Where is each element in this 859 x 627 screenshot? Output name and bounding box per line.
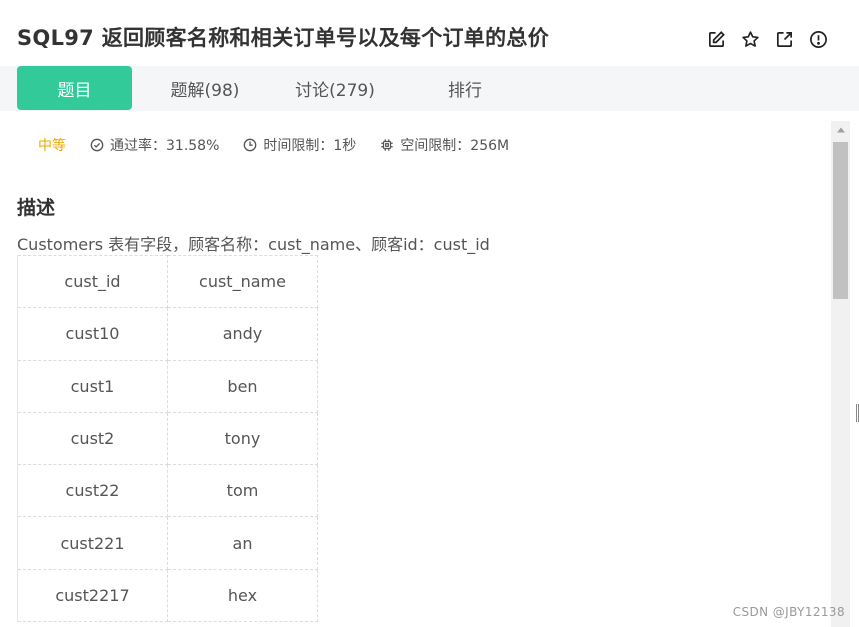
cell-cust-id: cust221: [17, 516, 168, 570]
cell-cust-name: tom: [167, 464, 318, 518]
header-actions: [705, 28, 829, 50]
problem-content: 中等 通过率：31.58% 时间限制：1秒 空间限制：256M 描述 Custo…: [0, 111, 831, 627]
tab-bar: 题目 题解(98) 讨论(279) 排行: [0, 66, 859, 111]
cell-cust-id: cust1: [17, 359, 168, 413]
cell-cust-name: hex: [167, 568, 318, 623]
description-heading: 描述: [17, 197, 56, 219]
cell-cust-name: andy: [167, 307, 318, 361]
check-circle-icon: [90, 138, 104, 152]
scroll-up-arrow-icon[interactable]: [831, 121, 850, 139]
pass-rate: 通过率：31.58%: [90, 135, 219, 155]
time-limit: 时间限制：1秒: [243, 135, 356, 155]
time-limit-text: 时间限制：1秒: [263, 138, 357, 154]
tab-solutions[interactable]: 题解(98): [150, 66, 260, 110]
cell-cust-id: cust22: [17, 464, 168, 518]
table-row: cust22 tom: [17, 464, 318, 518]
customers-table: cust_id cust_name cust10 andy cust1 ben …: [17, 254, 318, 623]
column-header: cust_id: [17, 254, 168, 309]
chip-icon: [381, 139, 393, 151]
clock-icon: [244, 138, 257, 152]
pass-rate-text: 通过率：31.58%: [110, 138, 220, 154]
scrollbar-thumb[interactable]: [833, 142, 848, 299]
cell-cust-id: cust2217: [17, 568, 168, 623]
table-row: cust2 tony: [17, 411, 318, 466]
space-limit-text: 空间限制：256M: [400, 138, 510, 154]
page-title: SQL97 返回顾客名称和相关订单号以及每个订单的总价: [17, 26, 549, 50]
cell-cust-name: an: [167, 516, 318, 570]
table-row: cust10 andy: [17, 307, 318, 361]
table-row: cust221 an: [17, 516, 318, 570]
star-icon[interactable]: [739, 28, 761, 50]
description-intro: Customers 表有字段，顾客名称：cust_name、顾客id：cust_…: [17, 235, 490, 254]
tab-discussion[interactable]: 讨论(279): [280, 66, 390, 110]
space-limit: 空间限制：256M: [380, 135, 509, 155]
tab-problem[interactable]: 题目: [17, 66, 132, 110]
external-link-icon[interactable]: [773, 28, 795, 50]
problem-meta: 中等 通过率：31.58% 时间限制：1秒 空间限制：256M: [38, 135, 533, 155]
table-header-row: cust_id cust_name: [17, 254, 318, 309]
table-row: cust1 ben: [17, 359, 318, 413]
cell-cust-name: tony: [167, 411, 318, 466]
vertical-scrollbar[interactable]: [831, 121, 850, 627]
problem-page: SQL97 返回顾客名称和相关订单号以及每个订单的总价 题目 题解(98) 讨论…: [0, 0, 859, 627]
cell-cust-id: cust10: [17, 307, 168, 361]
watermark: CSDN @JBY12138: [732, 605, 845, 619]
table-row: cust2217 hex: [17, 568, 318, 623]
column-header: cust_name: [167, 254, 318, 309]
cell-cust-id: cust2: [17, 411, 168, 466]
problem-header: SQL97 返回顾客名称和相关订单号以及每个订单的总价: [0, 0, 859, 66]
tab-ranking[interactable]: 排行: [410, 66, 520, 110]
difficulty-badge: 中等: [38, 138, 66, 154]
edit-icon[interactable]: [705, 28, 727, 50]
report-icon[interactable]: [807, 28, 829, 50]
cell-cust-name: ben: [167, 359, 318, 413]
